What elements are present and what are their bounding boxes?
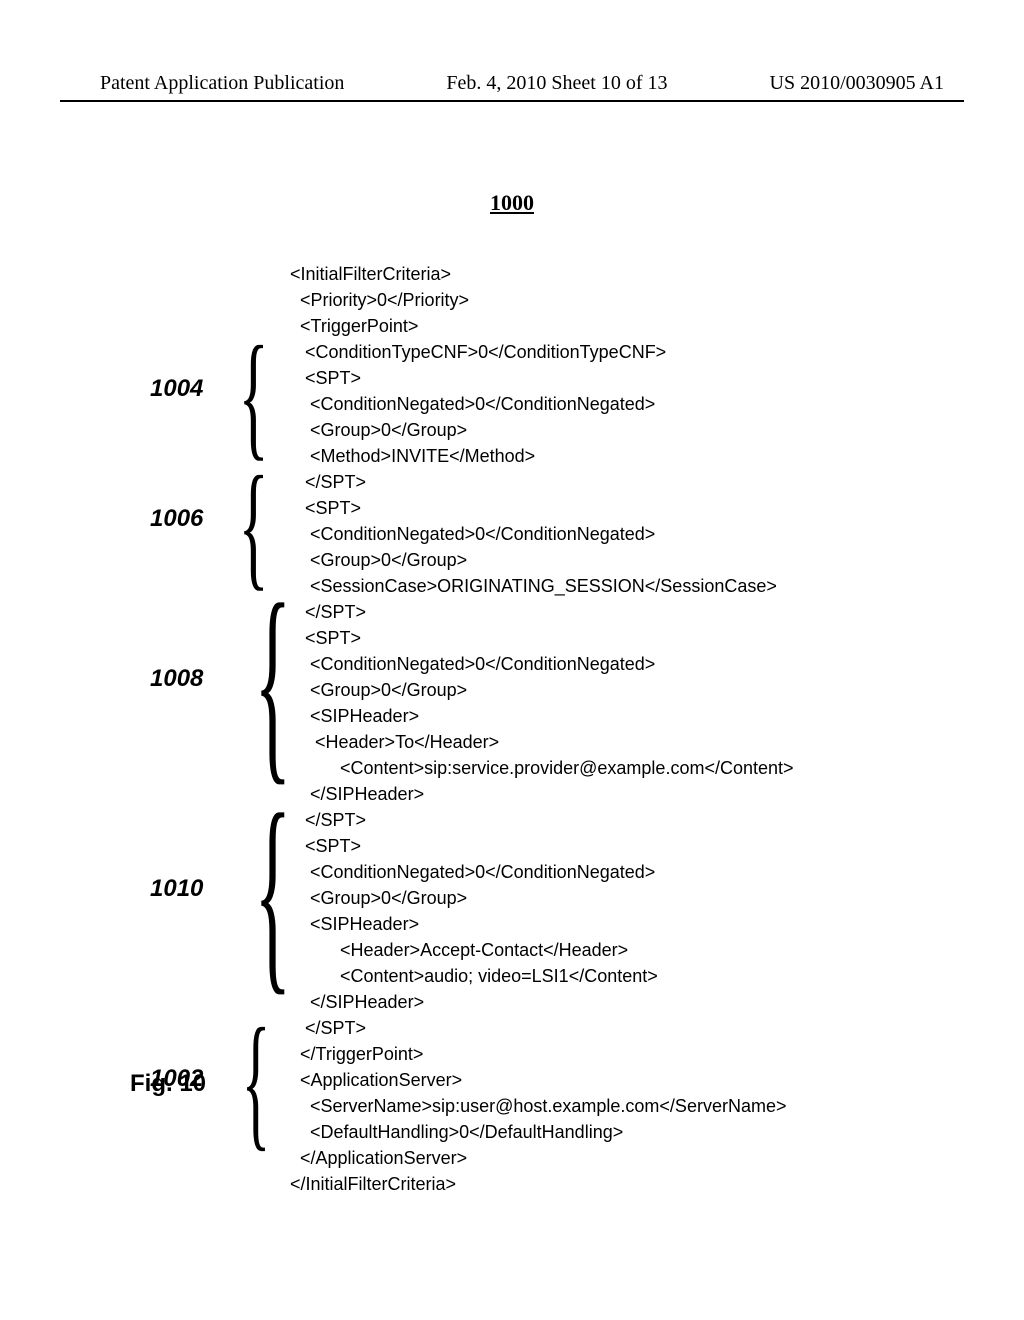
page: Patent Application Publication Feb. 4, 2… xyxy=(0,0,1024,1320)
xml-line: <SPT> xyxy=(290,498,361,518)
xml-line: </SIPHeader> xyxy=(290,992,424,1012)
xml-line: <Group>0</Group> xyxy=(290,550,467,570)
brace-icon: { xyxy=(254,765,291,1018)
header-right: US 2010/0030905 A1 xyxy=(770,72,944,95)
xml-line: <ApplicationServer> xyxy=(290,1070,462,1090)
ref-label: 1006 xyxy=(150,505,203,532)
page-header: Patent Application Publication Feb. 4, 2… xyxy=(100,72,944,95)
ref-label: 1010 xyxy=(150,875,203,902)
xml-line: </SPT> xyxy=(290,472,366,492)
xml-line: <Priority>0</Priority> xyxy=(290,290,469,310)
xml-line: </SPT> xyxy=(290,1018,366,1038)
xml-line: <InitialFilterCriteria> xyxy=(290,264,451,284)
ref-label: 1004 xyxy=(150,375,203,402)
xml-line: <Group>0</Group> xyxy=(290,680,467,700)
xml-line: <Content>audio; video=LSI1</Content> xyxy=(290,966,658,986)
xml-line: <Group>0</Group> xyxy=(290,420,467,440)
xml-line: <SPT> xyxy=(290,368,361,388)
brace-icon: { xyxy=(238,445,268,606)
xml-line: <ConditionNegated>0</ConditionNegated> xyxy=(290,862,655,882)
xml-line: </SIPHeader> xyxy=(290,784,424,804)
xml-line: <Method>INVITE</Method> xyxy=(290,446,535,466)
figure-number: 1000 xyxy=(0,190,1024,216)
xml-line: </SPT> xyxy=(290,602,366,622)
ref-1006: 1006 { xyxy=(150,505,203,533)
xml-line: <SIPHeader> xyxy=(290,706,419,726)
brace-icon: { xyxy=(238,315,268,476)
xml-line: <SIPHeader> xyxy=(290,914,419,934)
figure-caption: Fig. 10 xyxy=(130,1070,206,1098)
xml-line: <ConditionNegated>0</ConditionNegated> xyxy=(290,654,655,674)
xml-line: </SPT> xyxy=(290,810,366,830)
xml-line: </InitialFilterCriteria> xyxy=(290,1174,456,1194)
brace-icon: { xyxy=(254,555,291,808)
xml-line: <Content>sip:service.provider@example.co… xyxy=(290,758,794,778)
xml-line: <SessionCase>ORIGINATING_SESSION</Sessio… xyxy=(290,576,777,596)
xml-line: <ConditionTypeCNF>0</ConditionTypeCNF> xyxy=(290,342,666,362)
header-mid: Feb. 4, 2010 Sheet 10 of 13 xyxy=(446,72,667,95)
xml-line: <SPT> xyxy=(290,628,361,648)
ref-1004: 1004 { xyxy=(150,375,203,403)
header-left: Patent Application Publication xyxy=(100,72,344,95)
xml-line: <Header>To</Header> xyxy=(290,732,499,752)
ref-1008: 1008 { xyxy=(150,665,203,693)
xml-line: <Group>0</Group> xyxy=(290,888,467,908)
figure-number-text: 1000 xyxy=(490,190,534,215)
brace-icon: { xyxy=(242,995,271,1167)
xml-line: <Header>Accept-Contact</Header> xyxy=(290,940,628,960)
xml-line: </TriggerPoint> xyxy=(290,1044,423,1064)
xml-line: <ConditionNegated>0</ConditionNegated> xyxy=(290,524,655,544)
ref-label: 1008 xyxy=(150,665,203,692)
xml-line: <SPT> xyxy=(290,836,361,856)
xml-line: <ServerName>sip:user@host.example.com</S… xyxy=(290,1096,786,1116)
xml-listing: <InitialFilterCriteria> <Priority>0</Pri… xyxy=(290,235,794,1223)
xml-line: </ApplicationServer> xyxy=(290,1148,467,1168)
xml-line: <TriggerPoint> xyxy=(290,316,418,336)
xml-line: <DefaultHandling>0</DefaultHandling> xyxy=(290,1122,623,1142)
ref-1010: 1010 { xyxy=(150,875,203,903)
xml-line: <ConditionNegated>0</ConditionNegated> xyxy=(290,394,655,414)
header-rule xyxy=(60,100,964,102)
